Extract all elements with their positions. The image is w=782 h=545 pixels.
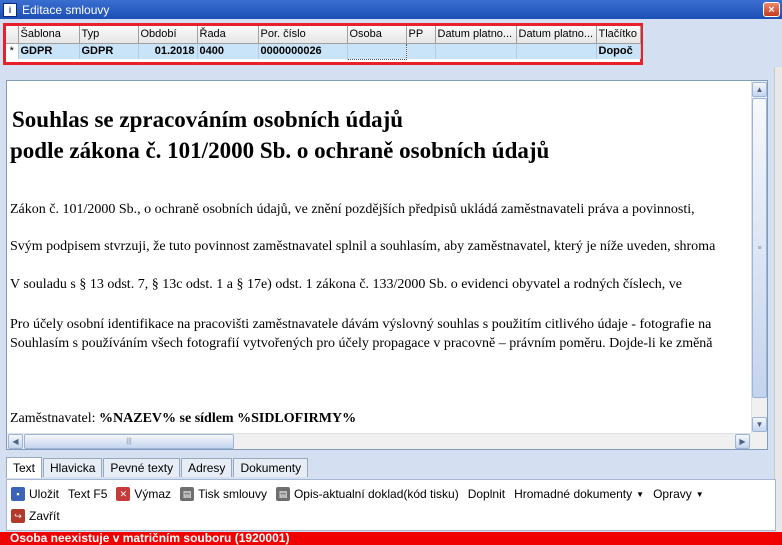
document-paragraph-5: Souhlasím s používáním všech fotografií … [10, 336, 713, 351]
save-button[interactable]: ▪ Uložit [11, 487, 59, 501]
corrections-menu[interactable]: Opravy ▼ [653, 487, 704, 501]
column-header-datum-platnosti-do[interactable]: Datum platno... [516, 26, 597, 44]
vertical-scroll-thumb[interactable]: ≡ [752, 98, 767, 398]
window-title-bar: i Editace smlouvy × [0, 0, 782, 19]
editor-tabs: Text Hlavicka Pevné texty Adresy Dokumen… [6, 457, 309, 478]
column-header-rada[interactable]: Řada [197, 26, 259, 44]
delete-button-label: Výmaz [134, 487, 172, 501]
tab-hlavicka[interactable]: Hlavicka [43, 458, 103, 477]
document-paragraph-4: Pro účely osobní identifikace na pracovi… [10, 317, 712, 332]
scrollbar-corner [751, 433, 767, 449]
editor-vertical-scrollbar[interactable]: ▲ ≡ ▼ [751, 81, 767, 433]
scroll-right-arrow-icon[interactable]: ▶ [735, 434, 750, 449]
delete-button[interactable]: ✕ Výmaz [116, 487, 171, 501]
cell-tlacitko-dopocet[interactable]: Dopoč [596, 43, 641, 59]
column-header-osoba[interactable]: Osoba [347, 26, 407, 44]
app-icon: i [3, 2, 17, 17]
cell-osoba[interactable] [346, 42, 407, 60]
status-message: Osoba neexistuje v matričním souboru (19… [0, 532, 782, 545]
column-header-por-cislo[interactable]: Por. číslo [258, 26, 348, 44]
grid-header-corner [6, 26, 19, 44]
scroll-up-arrow-icon[interactable]: ▲ [752, 82, 767, 97]
window-title: Editace smlouvy [22, 2, 110, 17]
tab-dokumenty[interactable]: Dokumenty [233, 458, 309, 477]
text-f5-button-label: Text F5 [68, 487, 108, 501]
printer-icon: ▤ [180, 487, 195, 501]
document-editor[interactable]: Souhlas se zpracováním osobních údajů po… [6, 80, 768, 450]
column-header-typ[interactable]: Typ [79, 26, 139, 44]
contract-grid: Šablona Typ Období Řada Por. číslo Osoba… [3, 23, 643, 65]
cell-datum-platnosti-do[interactable] [516, 43, 597, 59]
document-paragraph-3: V souladu s § 13 odst. 7, § 13c odst. 1 … [10, 277, 683, 292]
action-toolbar: ▪ Uložit Text F5 ✕ Výmaz ▤ Tisk smlouvy … [6, 479, 776, 531]
delete-icon: ✕ [116, 487, 131, 501]
cell-datum-platnosti-od[interactable] [435, 43, 517, 59]
tab-pevne-texty[interactable]: Pevné texty [103, 458, 181, 477]
close-button[interactable]: ↪ Zavřít [11, 509, 60, 523]
cell-typ[interactable]: GDPR [79, 43, 139, 59]
print-copy-button[interactable]: ▤ Opis-aktualní doklad(kód tisku) [275, 487, 459, 501]
editor-horizontal-scrollbar[interactable]: ◀ ||| ▶ [7, 433, 751, 449]
scroll-left-arrow-icon[interactable]: ◀ [8, 434, 23, 449]
document-content[interactable]: Souhlas se zpracováním osobních údajů po… [7, 81, 751, 433]
column-header-datum-platnosti-od[interactable]: Datum platno... [435, 26, 517, 44]
chevron-down-icon: ▼ [695, 489, 704, 499]
tab-text[interactable]: Text [6, 457, 43, 478]
cell-sablona[interactable]: GDPR [18, 43, 80, 59]
document-paragraph-2: Svým podpisem stvrzuji, že tuto povinnos… [10, 239, 716, 254]
table-row[interactable]: * GDPR GDPR 01.2018 0400 0000000026 Dopo… [6, 42, 641, 60]
chevron-down-icon: ▼ [636, 489, 645, 499]
cell-pp[interactable] [406, 43, 436, 59]
document-heading-1: Souhlas se zpracováním osobních údajů [12, 107, 404, 132]
employer-value: %NAZEV% se sídlem %SIDLOFIRMY% [99, 411, 357, 426]
column-header-obdobi[interactable]: Období [138, 26, 198, 44]
document-heading-2: podle zákona č. 101/2000 Sb. o ochraně o… [10, 138, 550, 163]
close-button-label: Zavřít [29, 509, 60, 523]
close-door-icon: ↪ [11, 509, 25, 523]
bulk-documents-menu-label: Hromadné dokumenty [514, 487, 633, 501]
print-contract-button-label: Tisk smlouvy [198, 487, 267, 501]
window-vertical-scrollbar[interactable] [774, 67, 782, 532]
print-copy-button-label: Opis-aktualní doklad(kód tisku) [293, 487, 459, 501]
grid-header-row: Šablona Typ Období Řada Por. číslo Osoba… [6, 26, 641, 44]
column-header-pp[interactable]: PP [406, 26, 436, 44]
cell-rada[interactable]: 0400 [197, 43, 259, 59]
document-employer-line: Zaměstnavatel: %NAZEV% se sídlem %SIDLOF… [10, 411, 356, 427]
save-button-label: Uložit [29, 487, 60, 501]
fill-in-button-label: Doplnit [467, 487, 506, 501]
fill-in-button[interactable]: Doplnit [468, 487, 505, 501]
corrections-menu-label: Opravy [653, 487, 692, 501]
column-header-sablona[interactable]: Šablona [18, 26, 80, 44]
scroll-down-arrow-icon[interactable]: ▼ [752, 417, 767, 432]
text-f5-button[interactable]: Text F5 [68, 487, 107, 501]
horizontal-scroll-thumb[interactable]: ||| [24, 434, 234, 449]
floppy-disk-icon: ▪ [11, 487, 25, 501]
printer-icon: ▤ [275, 487, 290, 501]
cell-obdobi[interactable]: 01.2018 [138, 43, 198, 59]
column-header-tlacitko[interactable]: Tlačítko [596, 26, 641, 44]
employer-label: Zaměstnavatel: [10, 411, 100, 426]
print-contract-button[interactable]: ▤ Tisk smlouvy [180, 487, 267, 501]
bulk-documents-menu[interactable]: Hromadné dokumenty ▼ [514, 487, 644, 501]
tab-adresy[interactable]: Adresy [181, 458, 233, 477]
cell-por-cislo[interactable]: 0000000026 [258, 43, 348, 59]
close-window-button[interactable]: × [763, 2, 780, 17]
row-indicator: * [6, 43, 19, 59]
document-paragraph-1: Zákon č. 101/2000 Sb., o ochraně osobníc… [10, 202, 695, 217]
